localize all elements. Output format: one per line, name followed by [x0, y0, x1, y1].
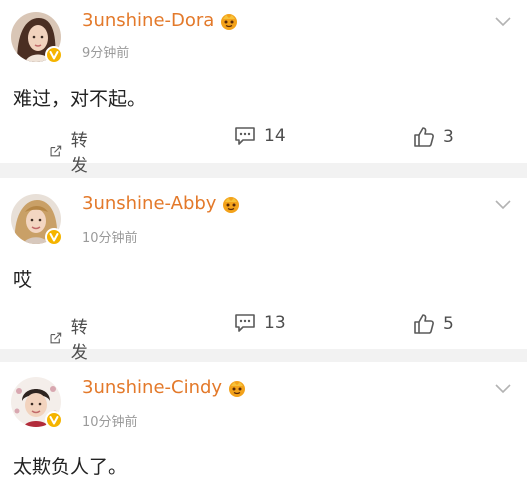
chevron-down-icon[interactable] [495, 17, 511, 27]
username[interactable]: 3unshine-Abby [82, 193, 240, 214]
repost-icon [50, 145, 62, 157]
comment-text: 太欺负人了。 [13, 456, 128, 478]
timestamp: 9分钟前 [82, 46, 130, 61]
repost-icon [50, 332, 62, 344]
username-text[interactable]: 3unshine-Cindy [82, 377, 222, 398]
avatar[interactable] [11, 12, 63, 64]
comment-icon [235, 127, 255, 145]
username[interactable]: 3unshine-Dora [82, 10, 238, 31]
comment-button[interactable]: 14 [234, 126, 286, 146]
repost-label: 转发 [70, 131, 88, 176]
repost-button[interactable]: 转发 [49, 126, 94, 176]
timestamp: 10分钟前 [82, 231, 138, 246]
crown-badge-icon [221, 13, 238, 30]
comment-icon [235, 314, 255, 332]
verified-badge-icon [45, 228, 63, 246]
crown-badge-icon [229, 380, 246, 397]
comment-count: 14 [264, 126, 286, 146]
avatar[interactable] [11, 194, 63, 246]
verified-badge-icon [45, 411, 63, 429]
like-button[interactable]: 5 [413, 313, 454, 335]
repost-label: 转发 [70, 318, 88, 363]
like-count: 5 [443, 314, 454, 334]
comment-text: 哎 [13, 269, 33, 291]
thumbs-up-icon [414, 314, 434, 334]
chevron-down-icon[interactable] [495, 384, 511, 394]
crown-badge-icon [223, 196, 240, 213]
username-text[interactable]: 3unshine-Abby [82, 193, 216, 214]
thumbs-up-icon [414, 127, 434, 147]
verified-badge-icon [45, 46, 63, 64]
repost-button[interactable]: 转发 [49, 313, 94, 363]
comment-feed: 3unshine-Dora 9分钟前 难过，对不起。 转发 14 3 3unsh… [0, 0, 527, 488]
timestamp: 10分钟前 [82, 415, 138, 430]
comment-text: 难过，对不起。 [13, 88, 147, 110]
username[interactable]: 3unshine-Cindy [82, 377, 246, 398]
like-button[interactable]: 3 [413, 126, 454, 148]
comment-button[interactable]: 13 [234, 313, 286, 333]
avatar[interactable] [11, 377, 63, 429]
username-text[interactable]: 3unshine-Dora [82, 10, 214, 31]
like-count: 3 [443, 127, 454, 147]
comment-count: 13 [264, 313, 286, 333]
chevron-down-icon[interactable] [495, 200, 511, 210]
